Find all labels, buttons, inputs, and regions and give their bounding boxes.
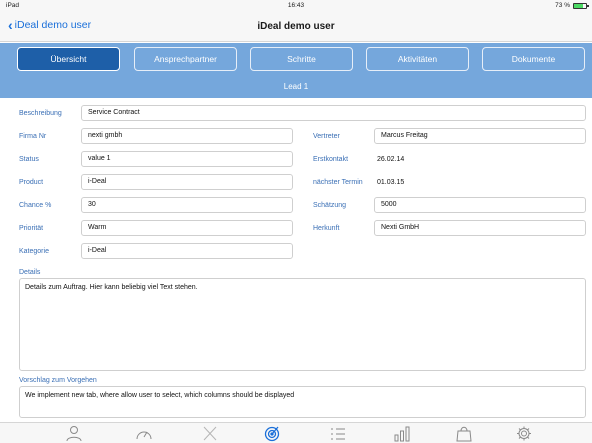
- bottom-tab-bar: [0, 422, 592, 443]
- status-label: Status: [19, 156, 39, 163]
- beschreibung-label: Beschreibung: [19, 110, 62, 117]
- prioritaet-field[interactable]: Warm: [81, 220, 293, 236]
- tools-icon[interactable]: [200, 425, 220, 442]
- tab-dokumente[interactable]: Dokumente: [482, 47, 585, 71]
- clock: 16:43: [287, 2, 305, 9]
- page-title: iDeal demo user: [257, 21, 335, 32]
- erstkontakt-value[interactable]: 26.02.14: [377, 156, 404, 163]
- gauge-icon[interactable]: [134, 425, 154, 442]
- chart-icon[interactable]: [392, 425, 412, 442]
- schaetzung-label: Schätzung: [313, 202, 347, 209]
- tab-ansprechpartner[interactable]: Ansprechpartner: [134, 47, 237, 71]
- prioritaet-label: Priorität: [19, 225, 44, 232]
- herkunft-field[interactable]: Nexti GmbH: [374, 220, 586, 236]
- section-title: Lead 1: [283, 82, 309, 91]
- target-icon[interactable]: [262, 425, 282, 442]
- person-icon[interactable]: [64, 425, 84, 442]
- navigation-bar: ‹ iDeal demo user iDeal demo user: [0, 12, 592, 42]
- erstkontakt-label: Erstkontakt: [313, 156, 349, 163]
- chance-field[interactable]: 30: [81, 197, 293, 213]
- naechster-termin-label: nächster Termin: [313, 179, 363, 186]
- checklist-icon[interactable]: [328, 425, 348, 442]
- battery-fill: [574, 4, 583, 8]
- product-field[interactable]: i-Deal: [81, 174, 293, 190]
- vertreter-label: Vertreter: [313, 133, 340, 140]
- tab-aktivitaeten[interactable]: Aktivitäten: [366, 47, 469, 71]
- chance-label: Chance %: [19, 202, 52, 209]
- schaetzung-field[interactable]: 5000: [374, 197, 586, 213]
- battery-icon: [573, 3, 589, 9]
- firma-nr-label: Firma Nr: [19, 133, 47, 140]
- segment-bar: Übersicht Ansprechpartner Schritte Aktiv…: [0, 43, 592, 98]
- gear-icon[interactable]: [514, 425, 534, 442]
- kategorie-label: Kategorie: [19, 248, 49, 255]
- details-label: Details: [19, 269, 41, 276]
- naechster-termin-value[interactable]: 01.03.15: [377, 179, 404, 186]
- firma-nr-field[interactable]: nexti gmbh: [81, 128, 293, 144]
- vorschlag-label: Vorschlag zum Vorgehen: [19, 377, 97, 384]
- status-field[interactable]: value 1: [81, 151, 293, 167]
- product-label: Product: [19, 179, 44, 186]
- beschreibung-field[interactable]: Service Contract: [81, 105, 586, 121]
- vertreter-field[interactable]: Marcus Freitag: [374, 128, 586, 144]
- bag-icon[interactable]: [454, 425, 474, 442]
- details-textarea[interactable]: Details zum Auftrag. Hier kann beliebig …: [19, 278, 586, 371]
- kategorie-field[interactable]: i-Deal: [81, 243, 293, 259]
- tab-uebersicht[interactable]: Übersicht: [17, 47, 120, 71]
- status-bar: iPad 16:43 73 %: [0, 0, 592, 12]
- battery-percent: 73 %: [555, 2, 570, 9]
- vorschlag-textarea[interactable]: We implement new tab, where allow user t…: [19, 386, 586, 418]
- herkunft-label: Herkunft: [313, 225, 340, 232]
- tab-schritte[interactable]: Schritte: [250, 47, 353, 71]
